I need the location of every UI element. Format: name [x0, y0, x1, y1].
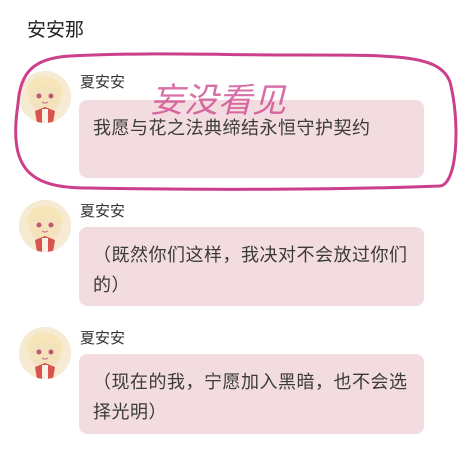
avatar[interactable] [19, 200, 71, 252]
sender-name: 夏安安 [80, 73, 126, 91]
avatar[interactable] [19, 327, 71, 379]
message-bubble[interactable]: （现在的我，宁愿加入黑暗，也不会选择光明） [79, 354, 424, 434]
message-bubble[interactable]: （既然你们这样，我决对不会放过你们的） [79, 227, 424, 306]
avatar-girl-icon [19, 327, 71, 379]
sender-name: 夏安安 [80, 202, 126, 220]
chat-title: 安安那 [27, 19, 85, 41]
avatar-girl-icon [19, 200, 71, 252]
avatar-girl-icon [19, 71, 71, 123]
message-bubble[interactable]: 我愿与花之法典缔结永恒守护契约 [79, 100, 424, 178]
sender-name: 夏安安 [80, 329, 126, 347]
avatar[interactable] [19, 71, 71, 123]
